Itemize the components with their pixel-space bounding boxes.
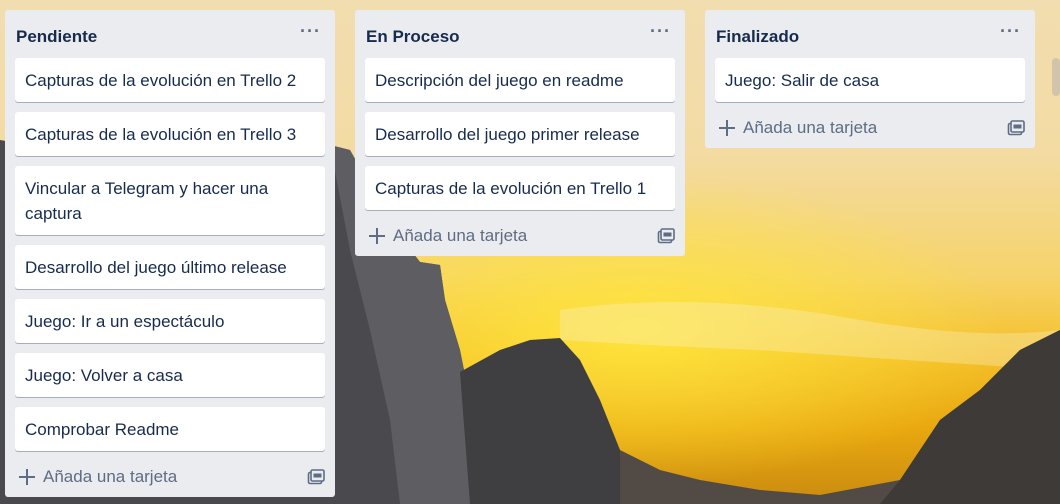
list-footer: Añada una tarjeta	[705, 108, 1035, 148]
card[interactable]: Desarrollo del juego primer release	[365, 112, 675, 156]
card[interactable]: Juego: Salir de casa	[715, 58, 1025, 102]
list-title[interactable]: En Proceso	[365, 21, 460, 47]
plus-icon	[19, 469, 35, 485]
card-list: Juego: Salir de casa	[705, 58, 1035, 102]
list-footer: Añada una tarjeta	[5, 457, 335, 497]
card[interactable]: Descripción del juego en readme	[365, 58, 675, 102]
card-list: Descripción del juego en readme Desarrol…	[355, 58, 685, 210]
card[interactable]: Desarrollo del juego último release	[15, 245, 325, 289]
list-header: Finalizado ···	[705, 10, 1035, 58]
card-template-icon[interactable]	[657, 228, 675, 244]
add-card-label: Añada una tarjeta	[43, 467, 178, 486]
board-scrollbar[interactable]	[1052, 58, 1060, 96]
add-card-button[interactable]: Añada una tarjeta	[369, 226, 527, 246]
card[interactable]: Capturas de la evolución en Trello 3	[15, 112, 325, 156]
card[interactable]: Capturas de la evolución en Trello 2	[15, 58, 325, 102]
list-finalizado: Finalizado ··· Juego: Salir de casa Añad…	[705, 10, 1035, 148]
card-list: Capturas de la evolución en Trello 2 Cap…	[5, 58, 335, 451]
card[interactable]: Juego: Volver a casa	[15, 353, 325, 397]
card-template-icon[interactable]	[307, 469, 325, 485]
list-title[interactable]: Pendiente	[15, 21, 97, 47]
list-menu-ellipsis-icon[interactable]: ···	[296, 21, 325, 48]
list-footer: Añada una tarjeta	[355, 216, 685, 256]
add-card-label: Añada una tarjeta	[743, 118, 878, 137]
list-pendiente: Pendiente ··· Capturas de la evolución e…	[5, 10, 335, 497]
list-menu-ellipsis-icon[interactable]: ···	[996, 21, 1025, 48]
card[interactable]: Capturas de la evolución en Trello 1	[365, 166, 675, 210]
list-en-proceso: En Proceso ··· Descripción del juego en …	[355, 10, 685, 256]
add-card-button[interactable]: Añada una tarjeta	[719, 118, 877, 138]
list-menu-ellipsis-icon[interactable]: ···	[646, 21, 675, 48]
card[interactable]: Comprobar Readme	[15, 407, 325, 451]
plus-icon	[719, 120, 735, 136]
list-header: En Proceso ···	[355, 10, 685, 58]
board: Pendiente ··· Capturas de la evolución e…	[0, 0, 1060, 504]
card[interactable]: Vincular a Telegram y hacer una captura	[15, 166, 325, 235]
card-template-icon[interactable]	[1007, 120, 1025, 136]
list-title[interactable]: Finalizado	[715, 21, 799, 47]
add-card-label: Añada una tarjeta	[393, 226, 528, 245]
plus-icon	[369, 228, 385, 244]
list-header: Pendiente ···	[5, 10, 335, 58]
add-card-button[interactable]: Añada una tarjeta	[19, 467, 177, 487]
card[interactable]: Juego: Ir a un espectáculo	[15, 299, 325, 343]
